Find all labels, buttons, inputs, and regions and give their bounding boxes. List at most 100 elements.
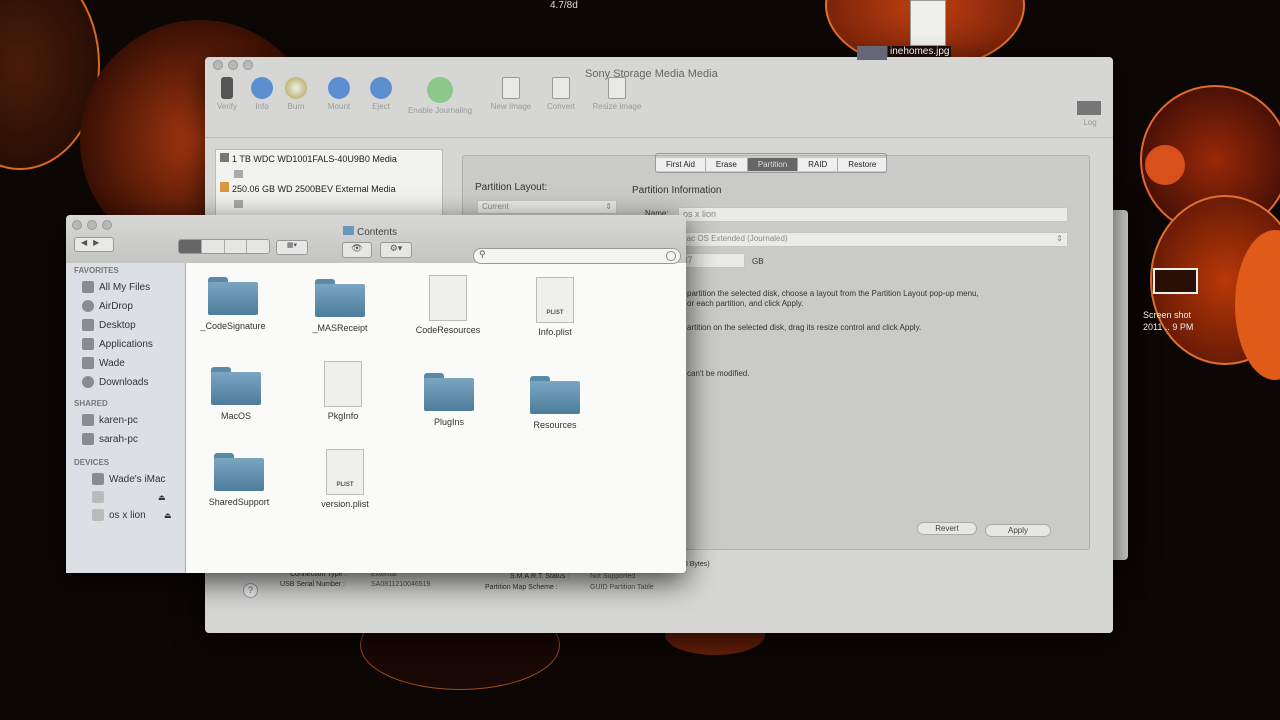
sidebar-header-devices: DEVICES [74,458,110,467]
window-title: Contents [343,226,397,238]
burn-icon [285,77,307,99]
popup-arrows-icon: ⇕ [1056,234,1063,243]
all-files-icon [82,281,94,293]
folder-icon [208,277,258,315]
enable-journaling-button[interactable]: Enable Journaling [400,77,480,115]
finder-sidebar: FAVORITES All My Files AirDrop Desktop A… [66,263,186,573]
plist-file-icon: PLIST [536,277,574,323]
sidebar-item-karen-pc[interactable]: karen-pc [82,414,138,426]
minimize-button[interactable] [87,220,97,230]
tab-erase[interactable]: Erase [705,158,748,171]
volume-icon[interactable] [234,200,243,208]
sidebar-item-wade[interactable]: Wade [82,357,125,369]
partition-layout-popup[interactable]: Current ⇕ [477,200,617,214]
close-button[interactable] [72,220,82,230]
sidebar-item-os-x-lion[interactable]: os x lion ⏏ [92,509,172,521]
folder-item[interactable]: _CodeSignature [183,277,283,331]
name-field[interactable]: os x lion [678,207,1068,222]
sidebar-header-shared: SHARED [74,399,108,408]
hard-disk-icon [220,153,229,162]
revert-button[interactable]: Revert [917,522,977,535]
eject-icon[interactable]: ⏏ [158,493,166,502]
list-view-icon[interactable] [200,240,224,253]
sidebar-item-applications[interactable]: Applications [82,338,153,350]
help-button[interactable]: ? [243,583,258,598]
screenshot-thumbnail-icon[interactable] [1153,268,1198,294]
search-icon: ⚲ [479,249,486,259]
help-text: or each partition, and click Apply. [687,299,804,308]
arrange-button[interactable]: ▦▾ [276,240,308,255]
pc-icon [82,414,94,426]
tab-partition[interactable]: Partition [747,158,799,171]
action-button[interactable]: ⚙▾ [380,242,412,258]
disk-item[interactable]: 1 TB WDC WD1001FALS-40U9B0 Media [220,153,397,164]
sidebar-item-airdrop[interactable]: AirDrop [82,300,133,312]
desktop-file-label[interactable]: inehomes.jpg [888,46,952,57]
sidebar-item-wades-imac[interactable]: Wade's iMac [92,473,166,485]
search-field[interactable]: ⚲ [473,248,681,264]
popup-arrows-icon: ⇕ [605,202,612,211]
apply-button[interactable]: Apply [985,524,1051,537]
folder-icon [343,226,354,235]
desktop-icon [82,319,94,331]
file-item[interactable]: PLIST Info.plist [505,277,605,337]
folder-item[interactable]: MacOS [186,367,286,421]
finder-window: Contents ◀▶ ▦▾ 👁 ⚙▾ ⚲ FAVORITES All My F… [66,215,686,573]
column-view-icon[interactable] [223,240,247,253]
tab-restore[interactable]: Restore [838,158,887,171]
file-item[interactable]: PkgInfo [293,361,393,421]
folder-icon [211,367,261,405]
applications-icon [82,338,94,350]
resize-image-button[interactable]: Resize Image [585,77,649,111]
document-icon [324,361,362,407]
minimize-button[interactable] [228,60,238,70]
file-item[interactable]: CodeResources [398,275,498,335]
desktop-screenshot-label[interactable]: Screen shot [1143,310,1191,320]
log-button[interactable]: Log [1077,101,1103,131]
airdrop-icon [82,300,94,312]
tab-bar: First Aid Erase Partition RAID Restore [655,153,888,173]
file-item[interactable]: PLIST version.plist [295,449,395,509]
document-icon [429,275,467,321]
tab-first-aid[interactable]: First Aid [656,158,706,171]
sidebar-item-desktop[interactable]: Desktop [82,319,136,331]
zoom-button[interactable] [243,60,253,70]
quick-look-button[interactable]: 👁 [342,242,372,258]
view-buttons[interactable] [178,239,270,254]
help-text: partition the selected disk, choose a la… [687,289,979,298]
info-value: GUID Partition Table [590,584,654,591]
tab-raid[interactable]: RAID [798,158,839,171]
info-label: Partition Map Scheme : [485,584,558,591]
clear-search-icon[interactable] [666,251,676,261]
folder-item[interactable]: PlugIns [399,373,499,427]
help-text: artition on the selected disk, drag its … [687,323,922,332]
desktop-image-icon[interactable] [857,46,887,60]
sidebar-item-sarah-pc[interactable]: sarah-pc [82,433,138,445]
back-forward-buttons[interactable]: ◀▶ [74,237,114,252]
search-input[interactable] [490,250,660,260]
volume-icon[interactable] [234,170,243,178]
zoom-button[interactable] [102,220,112,230]
folder-item[interactable]: _MASReceipt [290,279,390,333]
info-label: USB Serial Number : [280,581,345,588]
close-button[interactable] [213,60,223,70]
help-text: can't be modified. [687,369,750,378]
disk-item[interactable]: 250.06 GB WD 2500BEV External Media [220,182,396,194]
icon-view-icon[interactable] [179,240,201,253]
size-unit: GB [752,257,764,266]
folder-item[interactable]: SharedSupport [189,453,289,507]
convert-button[interactable]: Convert [531,77,591,111]
coverflow-view-icon[interactable] [246,240,269,253]
folder-icon [424,373,474,411]
sidebar-item-disk[interactable]: ⏏ [92,491,166,503]
eject-icon[interactable]: ⏏ [164,511,172,520]
plist-file-icon: PLIST [326,449,364,495]
desktop-file-icon[interactable] [910,0,946,46]
sidebar-item-downloads[interactable]: Downloads [82,376,148,388]
partition-layout-label: Partition Layout: [475,182,548,193]
info-value: SA0811210046519 [371,581,431,588]
folder-item[interactable]: Resources [505,376,605,430]
sidebar-item-all-my-files[interactable]: All My Files [82,281,150,293]
resize-image-icon [608,77,626,99]
format-popup[interactable]: Mac OS Extended (Journaled) ⇕ [675,232,1068,247]
